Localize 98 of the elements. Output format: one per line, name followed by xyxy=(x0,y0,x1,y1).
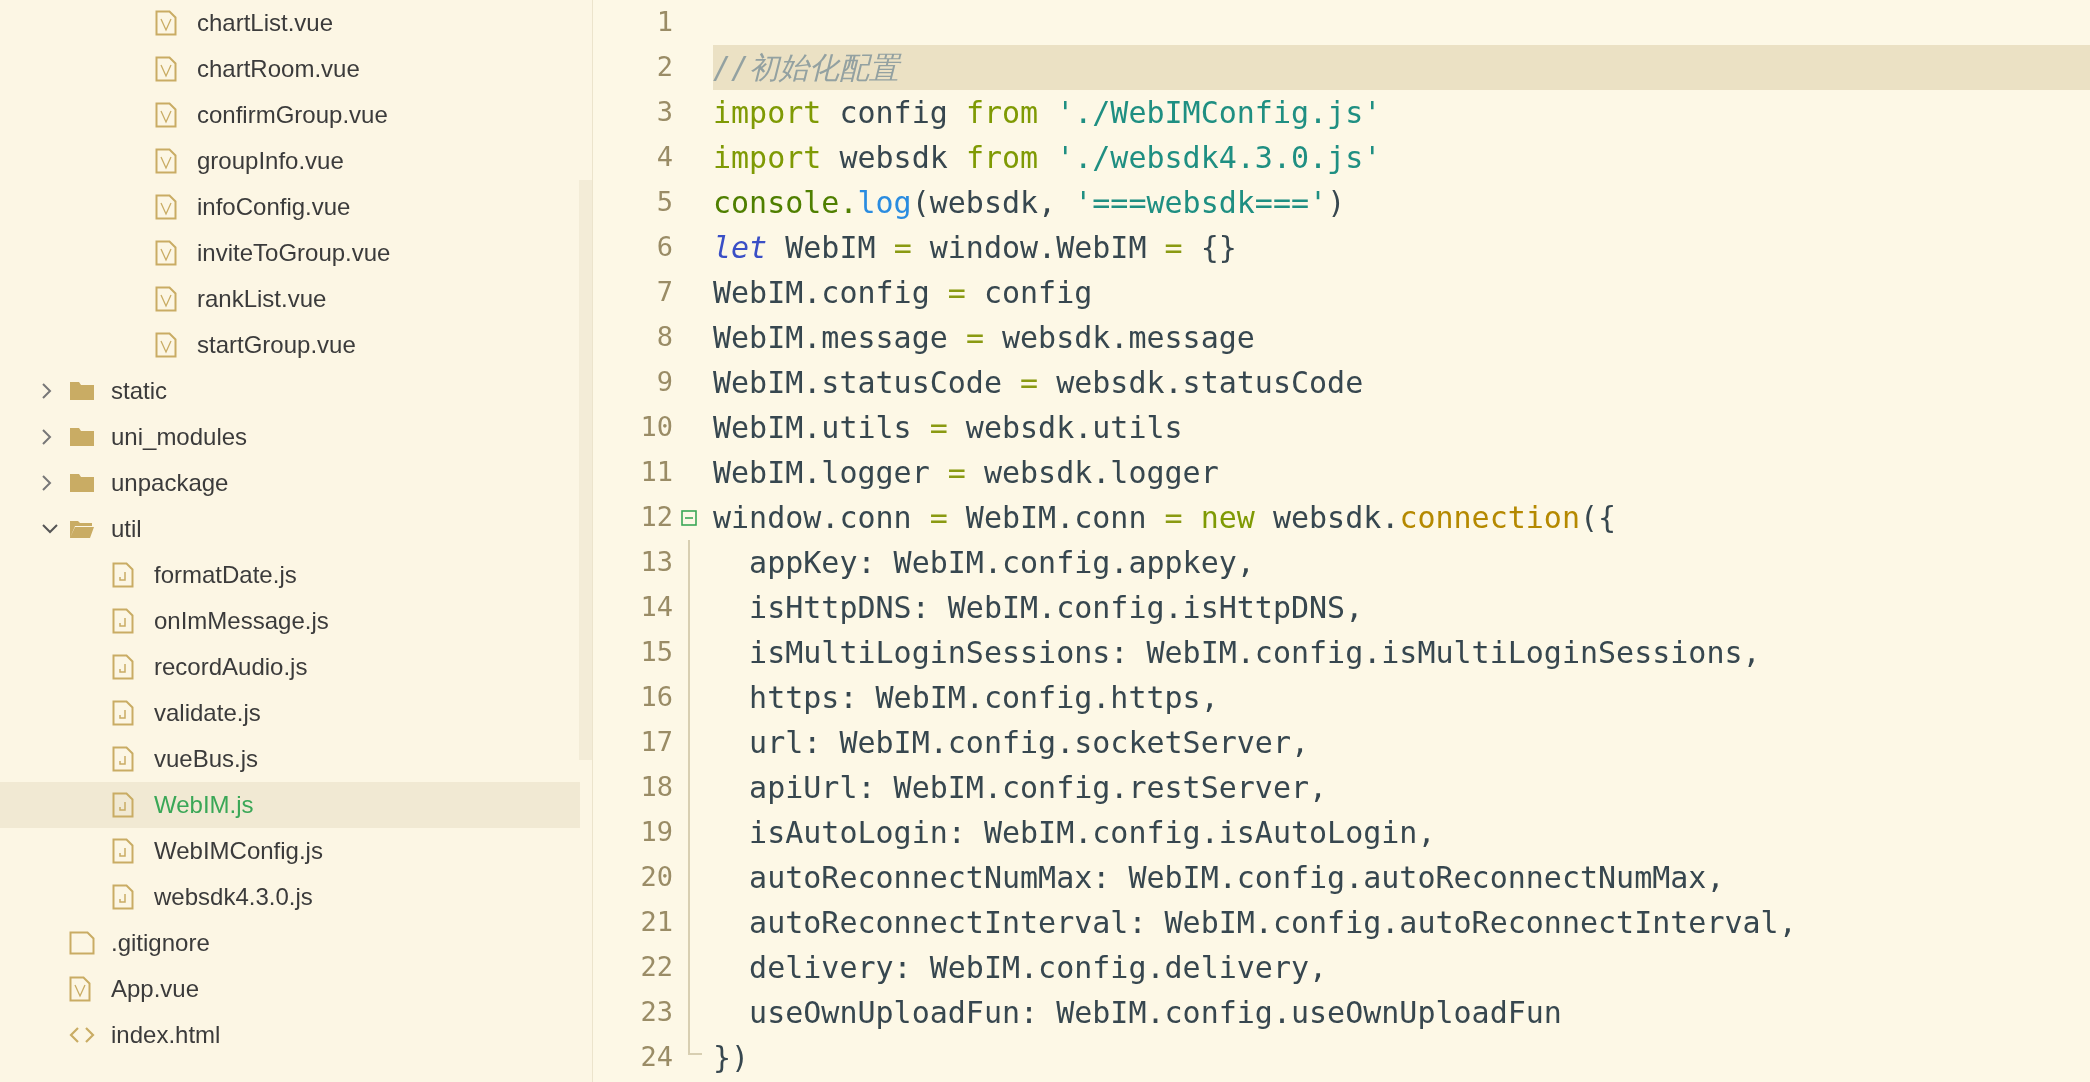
js-file-icon xyxy=(112,654,134,680)
js-file-icon xyxy=(112,792,134,818)
code-line: let WebIM = window.WebIM = {} xyxy=(713,229,1238,267)
line-number: 4 xyxy=(655,140,673,175)
tree-item[interactable]: onImMessage.js xyxy=(0,598,580,644)
file-icon xyxy=(69,931,95,955)
tree-item[interactable]: WebIMConfig.js xyxy=(0,828,580,874)
tree-item[interactable]: confirmGroup.vue xyxy=(0,92,580,138)
tree-item[interactable]: util xyxy=(0,506,580,552)
code-line: isHttpDNS: WebIM.config.isHttpDNS, xyxy=(748,589,1365,627)
code-file-icon xyxy=(69,1025,95,1045)
line-number: 6 xyxy=(655,230,673,265)
line-number: 3 xyxy=(655,95,673,130)
line-number: 14 xyxy=(639,590,673,625)
tree-item[interactable]: startGroup.vue xyxy=(0,322,580,368)
js-file-icon xyxy=(112,608,134,634)
code-line: window.conn = WebIM.conn = new websdk.connection({ xyxy=(713,499,1618,537)
folder-icon xyxy=(69,427,95,447)
line-number: 13 xyxy=(639,545,673,580)
code-line: console.log(websdk, '===websdk===') xyxy=(713,184,1347,222)
line-number: 2 xyxy=(655,50,673,85)
code-line: isMultiLoginSessions: WebIM.config.isMultiLoginSessions, xyxy=(748,634,1762,672)
tree-item[interactable]: vueBus.js xyxy=(0,736,580,782)
tree-item[interactable]: chartRoom.vue xyxy=(0,46,580,92)
tree-item[interactable]: unpackage xyxy=(0,460,580,506)
tree-item[interactable]: App.vue xyxy=(0,966,580,1012)
line-number: 12 xyxy=(639,500,673,535)
line-number: 22 xyxy=(639,950,673,985)
scrollbar-track[interactable] xyxy=(579,180,592,760)
code-line: https: WebIM.config.https, xyxy=(748,679,1220,717)
line-number: 19 xyxy=(639,815,673,850)
fold-guide-end xyxy=(688,1035,702,1055)
code-line: url: WebIM.config.socketServer, xyxy=(748,724,1311,762)
chevron-right-icon[interactable] xyxy=(42,383,52,399)
line-number: 8 xyxy=(655,320,673,355)
chevron-right-icon[interactable] xyxy=(42,475,52,491)
vue-file-icon xyxy=(155,10,177,36)
tree-item[interactable]: uni_modules xyxy=(0,414,580,460)
line-number: 9 xyxy=(655,365,673,400)
code-line: useOwnUploadFun: WebIM.config.useOwnUploadFun xyxy=(748,994,1563,1032)
vue-file-icon xyxy=(69,976,91,1002)
js-file-icon xyxy=(112,838,134,864)
code-line: apiUrl: WebIM.config.restServer, xyxy=(748,769,1329,807)
chevron-down-icon[interactable] xyxy=(42,524,58,534)
js-file-icon xyxy=(112,884,134,910)
line-number: 15 xyxy=(639,635,673,670)
code-line: WebIM.utils = websdk.utils xyxy=(713,409,1184,447)
line-number: 5 xyxy=(655,185,673,220)
vue-file-icon xyxy=(155,102,177,128)
vue-file-icon xyxy=(155,332,177,358)
fold-toggle-icon[interactable] xyxy=(681,509,697,526)
folder-icon xyxy=(69,473,95,493)
tree-item[interactable]: recordAudio.js xyxy=(0,644,580,690)
code-line: }) xyxy=(713,1039,751,1077)
js-file-icon xyxy=(112,562,134,588)
folder-icon xyxy=(69,381,95,401)
code-line: delivery: WebIM.config.delivery, xyxy=(748,949,1329,987)
tree-item[interactable]: .gitignore xyxy=(0,920,580,966)
code-line: import websdk from './websdk4.3.0.js' xyxy=(713,139,1383,177)
vue-file-icon xyxy=(155,56,177,82)
js-file-icon xyxy=(112,700,134,726)
line-number: 7 xyxy=(655,275,673,310)
tree-item[interactable]: websdk4.3.0.js xyxy=(0,874,580,920)
chevron-right-icon[interactable] xyxy=(42,429,52,445)
tree-item[interactable]: static xyxy=(0,368,580,414)
code-line: isAutoLogin: WebIM.config.isAutoLogin, xyxy=(748,814,1437,852)
line-number: 1 xyxy=(655,5,673,40)
line-number: 24 xyxy=(639,1040,673,1075)
code-line: WebIM.config = config xyxy=(713,274,1094,312)
line-number: 21 xyxy=(639,905,673,940)
vue-file-icon xyxy=(155,148,177,174)
line-number: 23 xyxy=(639,995,673,1030)
vue-file-icon xyxy=(155,194,177,220)
tree-item[interactable]: groupInfo.vue xyxy=(0,138,580,184)
tree-item[interactable]: rankList.vue xyxy=(0,276,580,322)
vue-file-icon xyxy=(155,240,177,266)
vue-file-icon xyxy=(155,286,177,312)
tree-item[interactable]: inviteToGroup.vue xyxy=(0,230,580,276)
tree-item[interactable]: infoConfig.vue xyxy=(0,184,580,230)
js-file-icon xyxy=(112,746,134,772)
code-line: appKey: WebIM.config.appkey, xyxy=(748,544,1256,582)
code-line: autoReconnectNumMax: WebIM.config.autoReconnectNumMax, xyxy=(748,859,1726,897)
line-number: 20 xyxy=(639,860,673,895)
tree-item[interactable]: formatDate.js xyxy=(0,552,580,598)
code-line: autoReconnectInterval: WebIM.config.autoReconnectInterval, xyxy=(748,904,1798,942)
line-number: 16 xyxy=(639,680,673,715)
tree-item[interactable]: validate.js xyxy=(0,690,580,736)
tree-item[interactable]: chartList.vue xyxy=(0,0,580,46)
code-line: import config from './WebIMConfig.js' xyxy=(713,94,1383,132)
code-line: WebIM.logger = websdk.logger xyxy=(713,454,1220,492)
line-number: 17 xyxy=(639,725,673,760)
line-number: 11 xyxy=(639,455,673,490)
line-number: 10 xyxy=(639,410,673,445)
code-line: WebIM.statusCode = websdk.statusCode xyxy=(713,364,1365,402)
code-line: WebIM.message = websdk.message xyxy=(713,319,1256,357)
line-number: 18 xyxy=(639,770,673,805)
folder-icon xyxy=(69,519,95,539)
tree-item[interactable]: index.html xyxy=(0,1012,580,1058)
